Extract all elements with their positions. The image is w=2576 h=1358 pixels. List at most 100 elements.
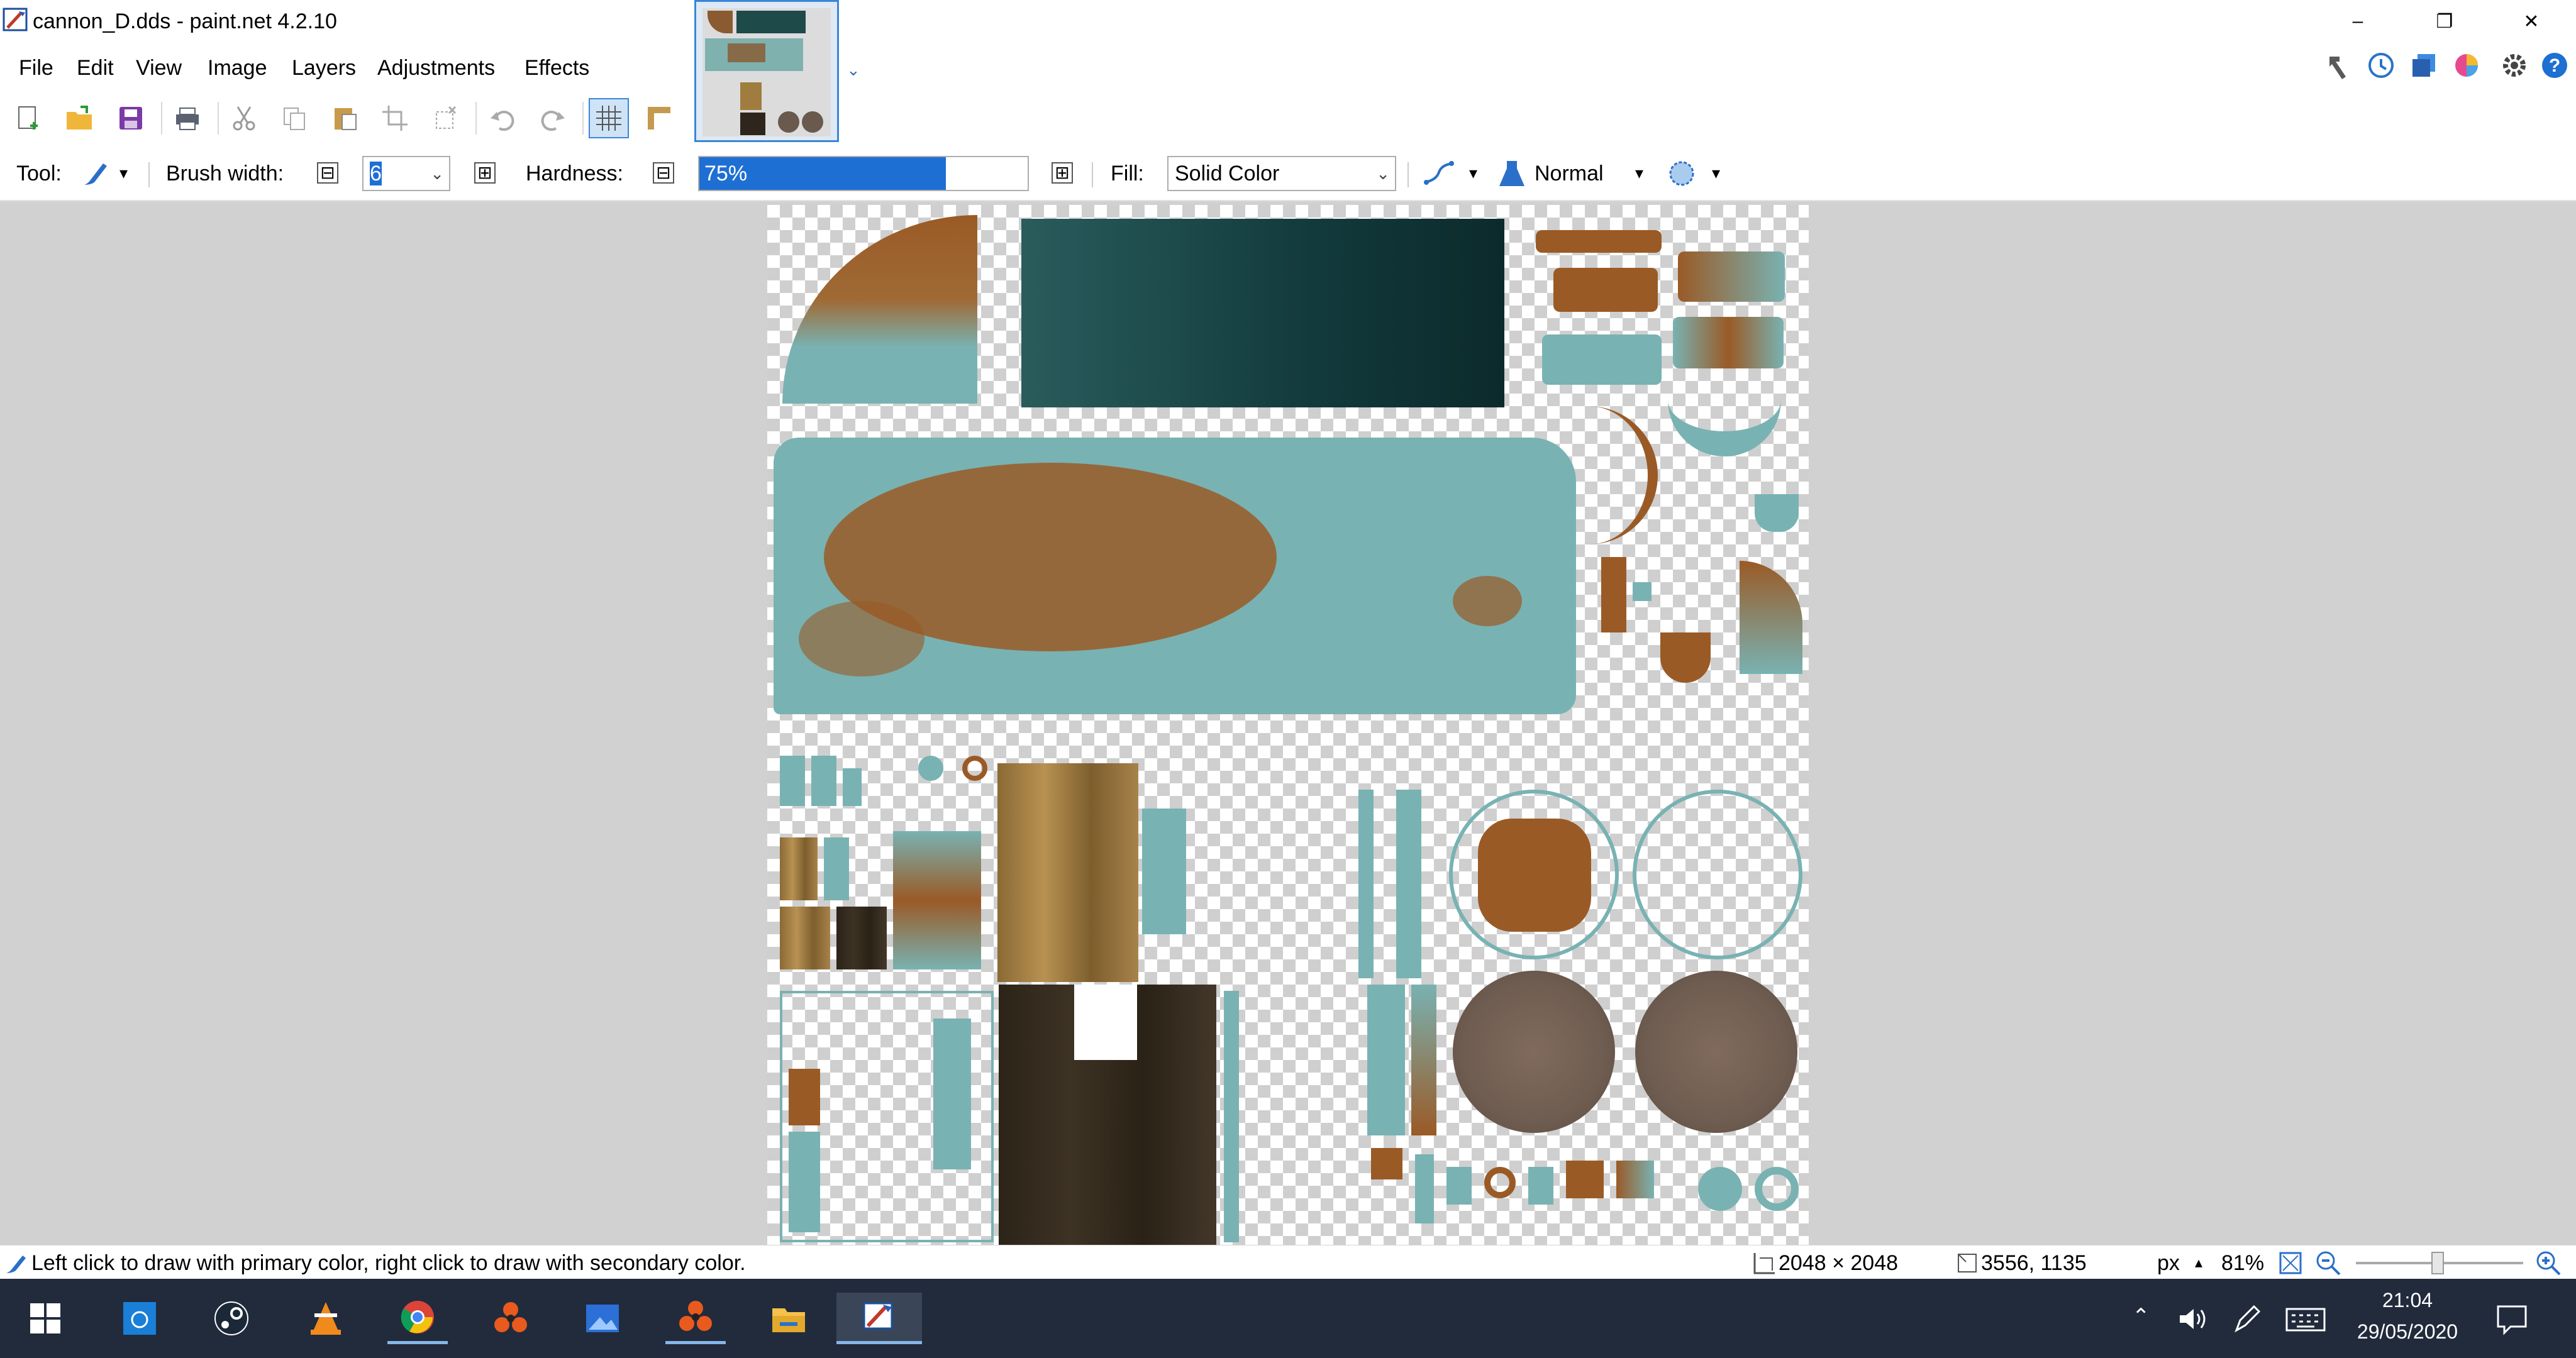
paintbrush-tool-icon[interactable] <box>79 157 114 190</box>
zoom-slider-thumb[interactable] <box>2431 1252 2444 1274</box>
brush-width-combo[interactable]: 6 ⌄ <box>362 156 450 191</box>
file-explorer-icon[interactable] <box>758 1293 819 1344</box>
image-canvas[interactable] <box>767 205 1809 1245</box>
menu-edit[interactable]: Edit <box>77 54 114 82</box>
clock-date[interactable]: 29/05/2020 <box>2338 1320 2477 1344</box>
texture-piece <box>1142 809 1186 934</box>
layers-icon[interactable] <box>2406 48 2441 83</box>
texture-metal-disc <box>1635 971 1797 1133</box>
menu-view[interactable]: View <box>136 54 182 82</box>
redo-icon[interactable] <box>532 98 572 138</box>
print-icon[interactable] <box>167 98 208 138</box>
history-icon[interactable] <box>2363 48 2399 83</box>
texture-small-parts-row <box>1365 1142 1799 1236</box>
brush-width-decrease-button[interactable]: ⊟ <box>317 162 338 184</box>
canvas-workspace[interactable] <box>0 201 2576 1245</box>
texture-strip <box>1678 251 1785 302</box>
notifications-icon[interactable] <box>2494 1303 2529 1335</box>
menu-layers[interactable]: Layers <box>292 54 356 82</box>
zoom-in-icon[interactable] <box>2534 1249 2562 1277</box>
undo-icon[interactable] <box>483 98 523 138</box>
taskbar: ⌃ 21:04 29/05/2020 <box>0 1279 2576 1358</box>
tool-label: Tool: <box>16 162 62 185</box>
brush-width-label: Brush width: <box>166 162 284 185</box>
vlc-icon[interactable] <box>296 1293 356 1344</box>
status-bar: Left click to draw with primary color, r… <box>0 1245 2576 1279</box>
photos-icon[interactable] <box>572 1293 633 1344</box>
thumbnail-preview <box>702 8 831 136</box>
store-icon[interactable] <box>109 1293 170 1344</box>
colors-icon[interactable] <box>2449 48 2484 83</box>
menu-image[interactable]: Image <box>208 54 267 82</box>
selection-clipping-dropdown-arrow-icon[interactable]: ▾ <box>1712 163 1720 183</box>
rulers-toggle-icon[interactable] <box>639 98 679 138</box>
texture-piece <box>1633 582 1652 601</box>
zoom-slider[interactable] <box>2356 1252 2523 1274</box>
brush-width-increase-button[interactable]: ⊞ <box>474 162 496 184</box>
texture-parts-group <box>780 756 987 982</box>
paintnet-app-icon[interactable] <box>3 6 30 34</box>
texture-strip <box>1224 991 1239 1242</box>
texture-piece <box>1740 561 1802 674</box>
pixel-grid-toggle-icon[interactable] <box>589 98 629 138</box>
selection-clipping-icon[interactable] <box>1664 157 1699 190</box>
blend-mode-value[interactable]: Normal <box>1535 160 1604 187</box>
texture-island-curved <box>782 215 977 404</box>
brush-width-value: 6 <box>370 162 382 185</box>
blend-mode-dropdown-arrow-icon[interactable]: ▾ <box>1635 163 1643 183</box>
tool-dropdown-arrow-icon[interactable]: ▾ <box>119 163 128 183</box>
keyboard-icon[interactable] <box>2285 1304 2326 1334</box>
menu-adjustments[interactable]: Adjustments <box>377 54 495 82</box>
fill-mode-value: Solid Color <box>1175 162 1280 185</box>
svg-text:?: ? <box>2549 55 2560 76</box>
hardness-increase-button[interactable]: ⊞ <box>1052 162 1073 184</box>
zoom-level[interactable]: 81% <box>2221 1250 2264 1276</box>
crop-icon[interactable] <box>375 98 415 138</box>
volume-icon[interactable] <box>2176 1303 2209 1335</box>
close-button[interactable]: ✕ <box>2488 0 2575 43</box>
cursor-position-icon <box>1955 1250 1980 1276</box>
paintnet-icon[interactable] <box>836 1293 922 1344</box>
units-dropdown-arrow-icon[interactable]: ▴ <box>2195 1250 2202 1276</box>
pen-workspace-icon[interactable] <box>2231 1303 2264 1335</box>
blend-mode-icon[interactable] <box>1496 157 1531 190</box>
app-orange-2-icon[interactable] <box>665 1293 726 1344</box>
texture-piece <box>1601 557 1626 632</box>
cursor-position: 3556, 1135 <box>1981 1251 2087 1275</box>
texture-strip <box>1411 985 1436 1135</box>
menu-effects[interactable]: Effects <box>525 54 589 82</box>
zoom-to-window-icon[interactable] <box>2277 1249 2304 1277</box>
clock-time[interactable]: 21:04 <box>2351 1289 2464 1312</box>
tools-hammer-icon[interactable] <box>2321 48 2356 83</box>
restore-button[interactable]: ❐ <box>2401 0 2488 43</box>
chrome-icon[interactable] <box>387 1293 448 1344</box>
antialiasing-dropdown-arrow-icon[interactable]: ▾ <box>1469 163 1477 183</box>
steam-icon[interactable] <box>201 1293 262 1344</box>
deselect-icon[interactable] <box>425 98 465 138</box>
tray-chevron-up-icon[interactable]: ⌃ <box>2132 1304 2150 1329</box>
zoom-out-icon[interactable] <box>2314 1249 2342 1277</box>
image-tab-thumbnail[interactable] <box>694 0 839 142</box>
fill-mode-select[interactable]: Solid Color ⌄ <box>1167 156 1396 191</box>
open-file-icon[interactable] <box>59 98 99 138</box>
texture-strip <box>1367 985 1405 1135</box>
tab-list-chevron-icon[interactable]: ⌄ <box>847 60 860 80</box>
texture-metal-disc <box>1453 971 1615 1133</box>
app-orange-icon[interactable] <box>480 1293 541 1344</box>
help-icon[interactable]: ? <box>2537 48 2572 83</box>
cut-icon[interactable] <box>224 98 264 138</box>
windows-start-icon[interactable] <box>15 1293 75 1344</box>
settings-gear-icon[interactable] <box>2497 48 2532 83</box>
copy-icon[interactable] <box>274 98 314 138</box>
hardness-slider[interactable]: 75% <box>698 156 1029 191</box>
paintbrush-status-icon <box>4 1249 29 1277</box>
new-file-icon[interactable] <box>8 98 48 138</box>
paste-icon[interactable] <box>325 98 365 138</box>
hardness-decrease-button[interactable]: ⊟ <box>653 162 674 184</box>
minimize-button[interactable]: – <box>2314 0 2401 43</box>
units-select[interactable]: px <box>2157 1250 2180 1276</box>
texture-island-main-panel <box>774 438 1576 714</box>
save-icon[interactable] <box>111 98 151 138</box>
antialiasing-icon[interactable] <box>1421 157 1457 190</box>
menu-file[interactable]: File <box>19 54 53 82</box>
